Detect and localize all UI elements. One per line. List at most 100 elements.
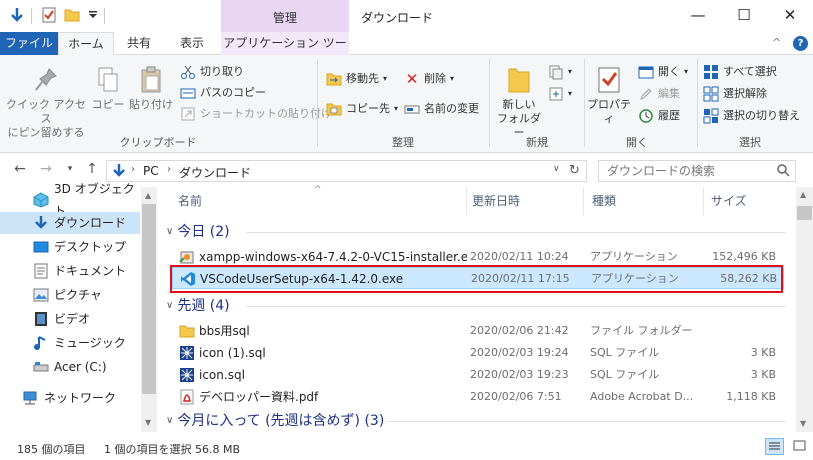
nav-item-pictures[interactable]: ピクチャ: [0, 284, 140, 306]
address-bar[interactable]: › PC › ダウンロード ∨ ↻: [106, 160, 587, 182]
properties-qat-icon[interactable]: [40, 6, 58, 24]
rename-button[interactable]: 名前の変更: [404, 100, 479, 118]
address-history-icon[interactable]: ∨: [553, 164, 560, 174]
nav-item-label: Acer (C:): [54, 360, 107, 374]
download-icon: [33, 215, 49, 231]
column-header-type[interactable]: 種類: [592, 187, 616, 215]
file-row-folder[interactable]: bbs用sql 2020/02/06 21:42 ファイル フォルダー: [172, 320, 784, 342]
scroll-down-icon[interactable]: ▼: [145, 418, 151, 427]
group-header-this-month[interactable]: ∨ 今月に入って (先週は含めず) (3): [166, 410, 384, 432]
group-header-last-week[interactable]: ∨ 先週 (4): [166, 295, 230, 317]
delete-label: 削除: [424, 72, 446, 85]
nav-item-label: ミュージック: [54, 336, 126, 350]
invert-selection-button[interactable]: 選択の切り替え: [703, 107, 800, 125]
nav-item-documents[interactable]: ドキュメント: [0, 260, 140, 282]
tab-share[interactable]: 共有: [114, 32, 164, 55]
nav-item-network[interactable]: ネットワーク: [0, 387, 140, 409]
nav-item-desktop[interactable]: デスクトップ: [0, 236, 140, 258]
open-button[interactable]: 開く ▾: [638, 63, 688, 81]
nav-item-downloads[interactable]: ダウンロード: [0, 212, 140, 234]
window-title: ダウンロード: [361, 11, 434, 25]
nav-item-3d-objects[interactable]: 3D オブジェクト: [0, 182, 140, 218]
paste-button[interactable]: 貼り付け: [128, 65, 174, 112]
file-date: 2020/02/06 21:42: [470, 324, 569, 337]
recent-locations-icon[interactable]: ▾: [62, 164, 78, 174]
file-list-scroll-thumb[interactable]: [797, 206, 812, 220]
scroll-down-icon[interactable]: ▼: [800, 419, 806, 428]
ribbon-collapse-icon[interactable]: ^: [772, 36, 781, 49]
breadcrumb-downloads[interactable]: ダウンロード: [179, 164, 251, 181]
pin-icon: [32, 65, 60, 95]
file-type: SQL ファイル: [590, 368, 660, 381]
column-header-name[interactable]: 名前: [178, 187, 202, 215]
select-all-button[interactable]: すべて選択: [703, 63, 777, 81]
move-to-button[interactable]: 移動先 ▾: [326, 70, 387, 88]
copy-button[interactable]: コピー: [90, 65, 126, 112]
breadcrumb-pc[interactable]: PC: [143, 164, 159, 178]
nav-item-drive-c[interactable]: Acer (C:): [0, 356, 140, 378]
select-none-button[interactable]: 選択解除: [703, 85, 767, 103]
tab-app-tools[interactable]: アプリケーション ツール: [221, 32, 349, 72]
refresh-icon[interactable]: ↻: [569, 163, 580, 178]
easy-access-icon[interactable]: ▾: [548, 85, 572, 103]
file-list: ^ 名前 更新日時 種類 サイズ ∨ 今日 (2) xampp-windows-…: [160, 185, 796, 432]
arrow-down-icon[interactable]: [8, 6, 26, 24]
column-divider[interactable]: [583, 187, 584, 215]
pin-quick-access-button[interactable]: クイック アクセス にピン留めする: [6, 65, 86, 140]
nav-scroll-thumb[interactable]: [142, 204, 156, 394]
maximize-button[interactable]: ☐: [721, 0, 767, 30]
group-label: 先週 (4): [177, 298, 230, 314]
file-row-sql[interactable]: icon.sql 2020/02/03 19:23 SQL ファイル 3 KB: [172, 364, 784, 386]
new-folder-qat-icon[interactable]: [63, 6, 81, 24]
shortcut-icon: [180, 106, 196, 122]
column-header-date[interactable]: 更新日時: [472, 187, 520, 215]
scroll-up-icon[interactable]: ▲: [145, 191, 151, 200]
back-button[interactable]: ←: [12, 161, 28, 177]
help-icon[interactable]: ?: [793, 36, 808, 51]
group-header-today[interactable]: ∨ 今日 (2): [166, 221, 230, 243]
edit-button[interactable]: 編集: [638, 85, 680, 103]
file-list-scrollbar[interactable]: ▲ ▼: [796, 187, 813, 432]
cut-button[interactable]: 切り取り: [180, 63, 244, 81]
nav-item-videos[interactable]: ビデオ: [0, 308, 140, 330]
file-name: デベロッパー資料.pdf: [199, 390, 319, 404]
nav-scrollbar[interactable]: ▲ ▼: [141, 187, 157, 432]
column-divider[interactable]: [703, 187, 704, 215]
qat-customize-icon[interactable]: [84, 6, 102, 24]
nav-item-music[interactable]: ミュージック: [0, 332, 140, 354]
pdf-icon: [179, 389, 195, 405]
forward-button[interactable]: →: [38, 161, 54, 177]
column-header-size[interactable]: サイズ: [711, 187, 747, 215]
up-button[interactable]: ↑: [84, 161, 100, 177]
copy-path-button[interactable]: パスのコピー: [180, 84, 266, 102]
rename-label: 名前の変更: [424, 102, 479, 115]
tab-file[interactable]: ファイル: [0, 32, 58, 55]
nav-item-label: ドキュメント: [54, 264, 127, 278]
tab-home[interactable]: ホーム: [58, 32, 114, 56]
large-icons-view-button[interactable]: [791, 438, 808, 455]
properties-button[interactable]: プロパティ: [586, 65, 632, 126]
group-clipboard-label: クリップボード: [119, 136, 197, 149]
file-row-sql[interactable]: icon (1).sql 2020/02/03 19:24 SQL ファイル 3…: [172, 342, 784, 364]
paste-shortcut-button[interactable]: ショートカットの貼り付け: [180, 105, 332, 123]
file-type: SQL ファイル: [590, 346, 660, 359]
tab-view[interactable]: 表示: [164, 32, 220, 55]
delete-button[interactable]: ✕ 削除 ▾: [404, 70, 454, 88]
scroll-up-icon[interactable]: ▲: [800, 190, 806, 199]
copy-to-button[interactable]: コピー先 ▾: [326, 100, 398, 118]
rename-icon: [404, 101, 420, 117]
minimize-button[interactable]: —: [675, 0, 721, 30]
column-divider[interactable]: [466, 187, 467, 215]
new-item-icon[interactable]: ▾: [548, 63, 572, 81]
new-folder-button[interactable]: 新しい フォルダー: [493, 65, 545, 140]
file-row-pdf[interactable]: デベロッパー資料.pdf 2020/02/06 7:51 Adobe Acrob…: [172, 386, 784, 408]
delete-icon: ✕: [405, 70, 419, 88]
history-button[interactable]: 履歴: [638, 107, 680, 125]
close-button[interactable]: ✕: [767, 0, 813, 30]
search-input[interactable]: ダウンロードの検索: [598, 160, 796, 182]
manage-tab[interactable]: 管理: [221, 0, 349, 32]
drive-icon: [33, 359, 49, 375]
details-view-button[interactable]: [765, 438, 784, 455]
dropdown-icon: ▾: [568, 67, 573, 76]
new-folder-icon: [505, 65, 533, 95]
